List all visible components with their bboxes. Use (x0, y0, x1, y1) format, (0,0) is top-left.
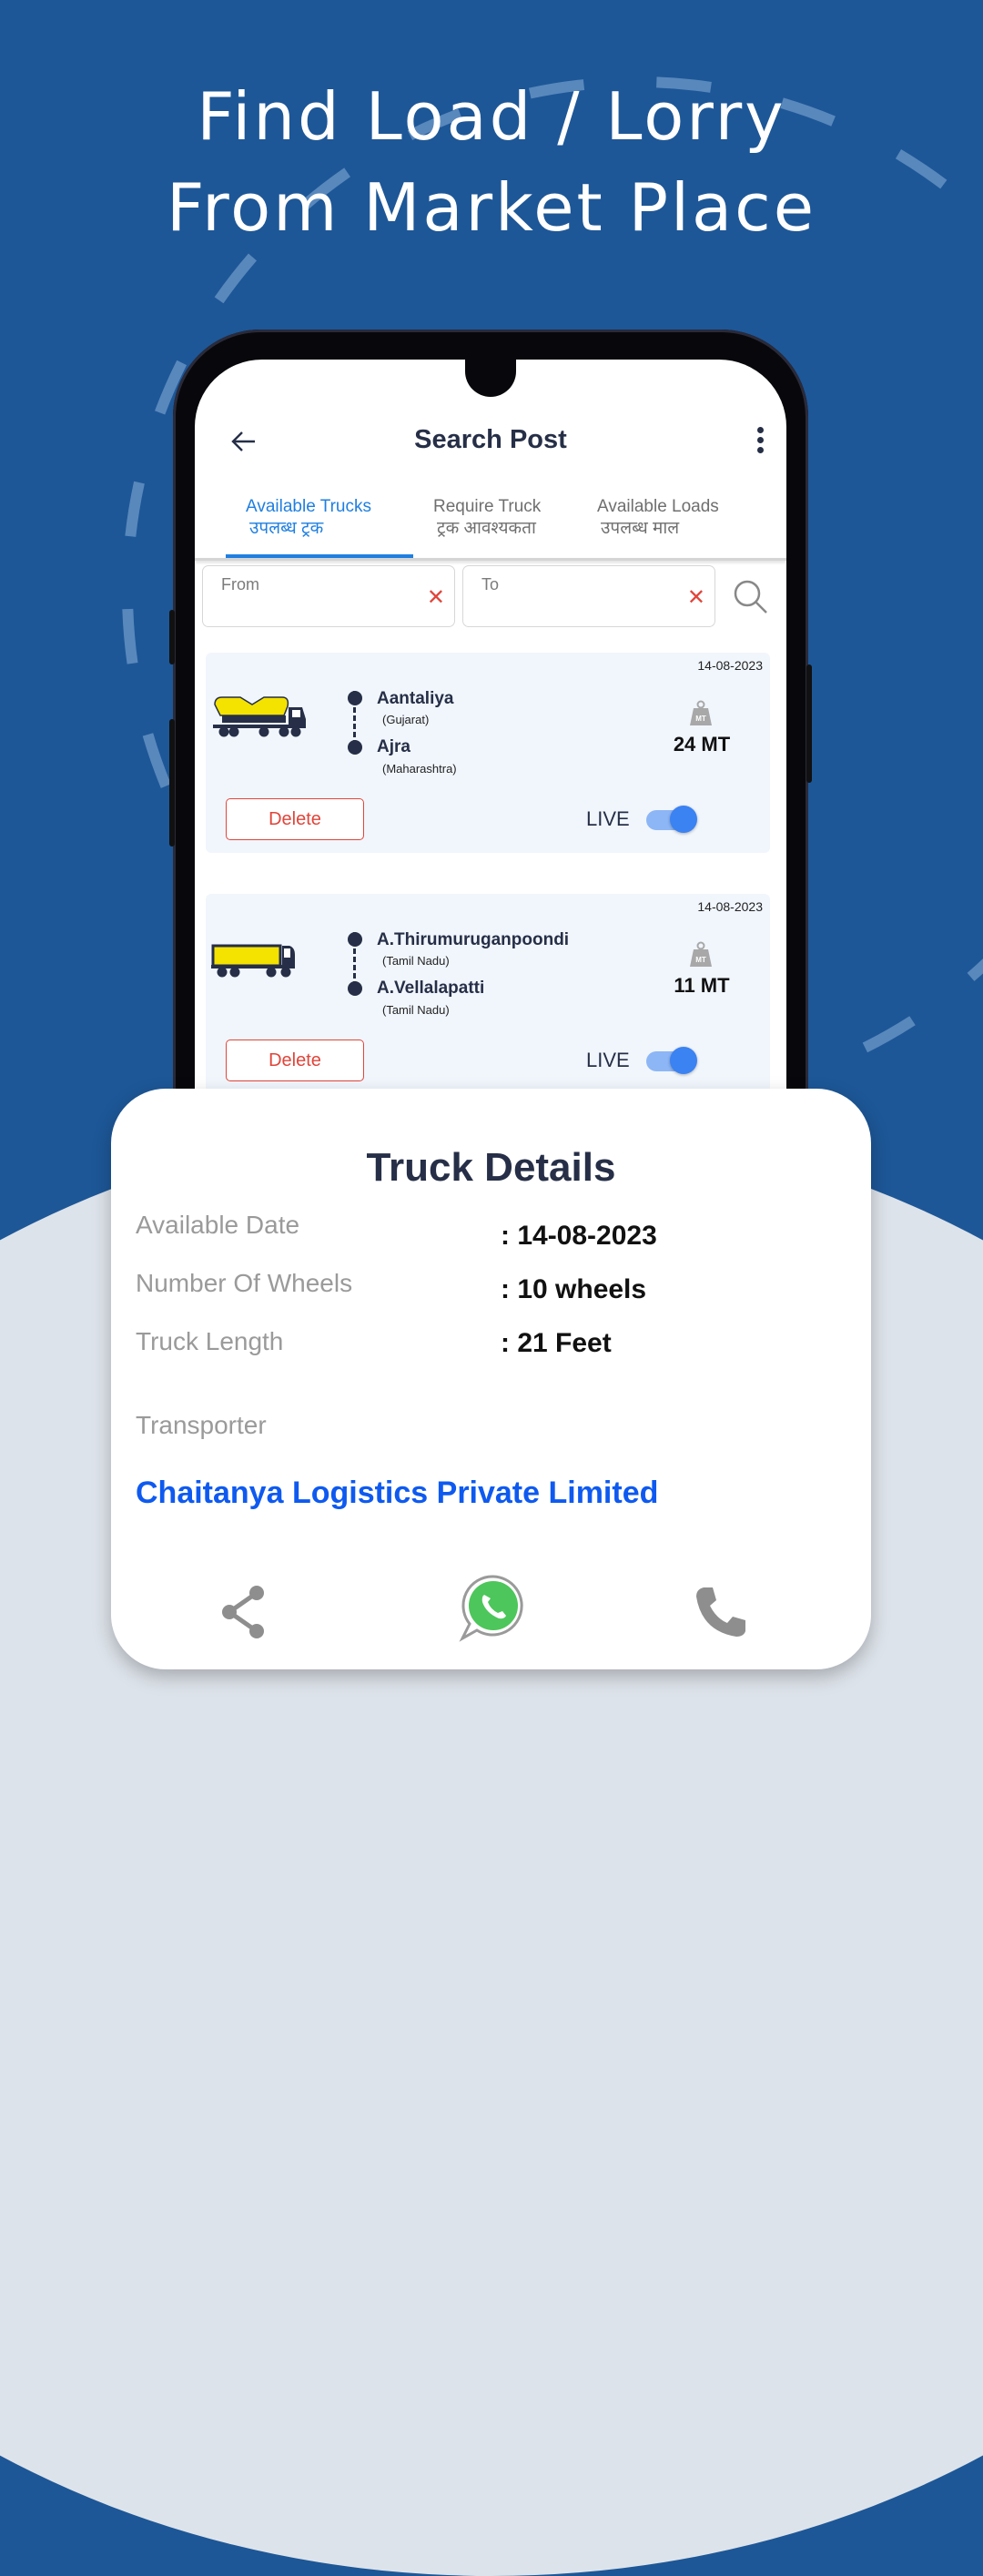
headline: Find Load / Lorry From Market Place (0, 71, 983, 253)
destination-city: A.Vellalapatti (377, 979, 485, 998)
toggle-knob (670, 806, 697, 833)
tab-available-loads[interactable]: Available Loads उपलब्ध माल (597, 496, 719, 540)
container-truck-icon (211, 944, 295, 978)
headline-line-2: From Market Place (166, 169, 817, 246)
phone-icon[interactable] (689, 1580, 753, 1644)
tab-divider (195, 558, 786, 561)
tab-label: Available Loads (597, 497, 719, 516)
sheet-title: Truck Details (366, 1145, 616, 1190)
phone-side-button (169, 719, 175, 847)
post-weight: 24 MT (673, 733, 731, 756)
destination-dot (348, 981, 362, 996)
origin-city: A.Thirumuruganpoondi (377, 930, 570, 949)
post-date: 14-08-2023 (697, 658, 763, 673)
wheels-label: Number Of Wheels (136, 1269, 353, 1297)
page-title: Search Post (414, 425, 567, 454)
tab-available-trucks[interactable]: Available Trucks उपलब्ध ट्रक (246, 496, 371, 540)
tab-label: Require Truck (433, 497, 542, 516)
route-line (353, 691, 358, 745)
tab-label: Available Trucks (246, 497, 371, 516)
live-label: LIVE (586, 807, 630, 830)
weight-badge: MT (695, 956, 706, 964)
destination-city: Ajra (377, 737, 410, 756)
tab-bar: Available Trucks उपलब्ध ट्रक Require Tru… (195, 496, 786, 551)
live-label: LIVE (586, 1049, 630, 1071)
tanker-truck-icon (213, 696, 306, 737)
destination-dot (348, 740, 362, 755)
whatsapp-icon[interactable] (457, 1571, 530, 1644)
from-input[interactable]: From ✕ (202, 565, 455, 627)
live-toggle[interactable] (646, 1047, 697, 1074)
truck-length-value: : 21 Feet (501, 1328, 612, 1358)
origin-state: (Tamil Nadu) (382, 954, 450, 968)
transporter-name[interactable]: Chaitanya Logistics Private Limited (136, 1476, 658, 1511)
weight-icon: MT (690, 941, 712, 967)
clear-icon[interactable]: ✕ (427, 584, 445, 611)
origin-city: Aantaliya (377, 689, 454, 708)
available-date-label: Available Date (136, 1211, 300, 1239)
tab-label-hindi: ट्रक आवश्यकता (437, 519, 536, 538)
share-icon[interactable] (211, 1580, 275, 1644)
route-line (353, 932, 358, 987)
search-icon[interactable] (732, 578, 770, 616)
destination-state: (Maharashtra) (382, 762, 457, 776)
tab-require-truck[interactable]: Require Truck ट्रक आवश्यकता (433, 496, 541, 540)
transporter-label: Transporter (136, 1411, 267, 1439)
delete-button[interactable]: Delete (226, 1040, 364, 1081)
destination-state: (Tamil Nadu) (382, 1003, 450, 1017)
post-weight: 11 MT (674, 974, 730, 997)
from-placeholder: From (221, 575, 259, 593)
origin-state: (Gujarat) (382, 713, 430, 726)
clear-icon[interactable]: ✕ (687, 584, 705, 611)
weight-badge: MT (695, 715, 706, 723)
more-vertical-icon[interactable] (755, 427, 765, 456)
to-placeholder: To (481, 575, 500, 593)
app-header: Search Post (195, 414, 786, 469)
headline-line-1: Find Load / Lorry (197, 78, 786, 155)
post-date: 14-08-2023 (697, 899, 763, 914)
post-card[interactable]: 14-08-2023 Aantaliya (Gujarat) Ajra (Mah… (206, 653, 770, 853)
truck-length-label: Truck Length (136, 1327, 284, 1355)
wheels-value: : 10 wheels (501, 1274, 647, 1304)
truck-details-sheet: Truck Details Available Date : 14-08-202… (111, 1089, 871, 1669)
weight-icon: MT (690, 700, 712, 725)
available-date-value: : 14-08-2023 (501, 1221, 657, 1251)
delete-button[interactable]: Delete (226, 798, 364, 840)
tab-label-hindi: उपलब्ध माल (601, 519, 680, 538)
live-toggle[interactable] (646, 806, 697, 833)
tab-label-hindi: उपलब्ध ट्रक (249, 519, 324, 538)
toggle-knob (670, 1047, 697, 1074)
phone-side-button (169, 610, 175, 664)
phone-side-button (806, 664, 812, 783)
to-input[interactable]: To ✕ (462, 565, 715, 627)
post-card[interactable]: 14-08-2023 A.Thirumuruganpoondi (Tamil N… (206, 894, 770, 1094)
